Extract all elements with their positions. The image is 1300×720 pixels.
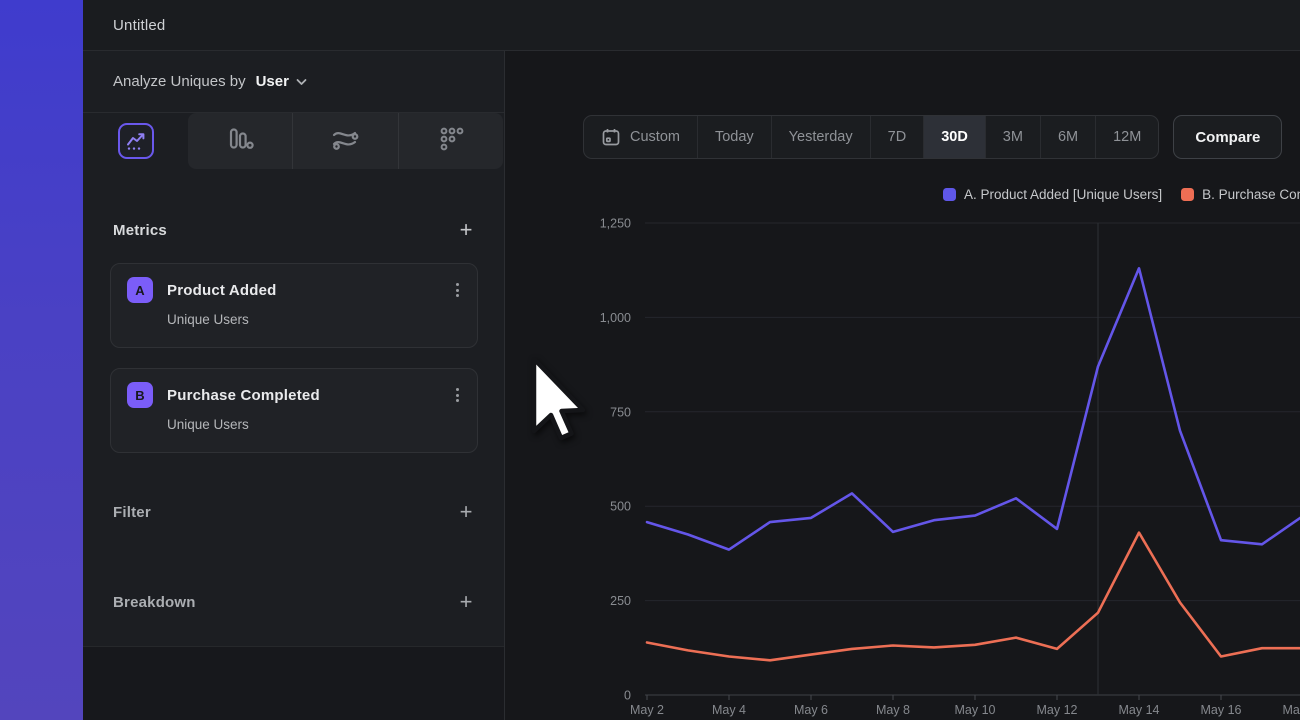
dots-grid-icon bbox=[438, 126, 464, 157]
tab-line-chart[interactable] bbox=[83, 113, 188, 169]
bar-chart-icon bbox=[227, 126, 254, 157]
svg-text:May 16: May 16 bbox=[1201, 703, 1242, 717]
app-header: Untitled bbox=[83, 0, 1300, 51]
tab-bar-chart[interactable] bbox=[188, 113, 292, 169]
add-filter-button[interactable]: + bbox=[454, 501, 478, 523]
sidebar-footer bbox=[83, 646, 504, 720]
metrics-title: Metrics bbox=[113, 222, 167, 239]
chart-panel: Custom Today Yesterday 7D 30D 3M 6M 12M … bbox=[505, 51, 1300, 720]
svg-text:May 4: May 4 bbox=[712, 703, 746, 717]
svg-text:1,000: 1,000 bbox=[600, 311, 631, 325]
chart-type-tab-group bbox=[188, 113, 503, 169]
chevron-down-icon bbox=[296, 78, 307, 86]
metric-card-product-added[interactable]: A Product Added Unique Users bbox=[110, 263, 478, 348]
analytics-app-window: Untitled Analyze Uniques by User bbox=[83, 0, 1300, 720]
metric-measure[interactable]: Unique Users bbox=[167, 417, 461, 432]
svg-text:1,250: 1,250 bbox=[600, 217, 631, 231]
line-chart-plot[interactable]: 0 250 500 750 1,000 1,250 May 2 May 4 May 6 May 8… bbox=[505, 51, 1300, 720]
breakdown-title: Breakdown bbox=[113, 594, 196, 611]
line-chart-icon bbox=[118, 123, 154, 159]
document-title[interactable]: Untitled bbox=[113, 17, 165, 34]
filter-section-header: Filter + bbox=[113, 497, 478, 527]
chart-type-tabs bbox=[83, 113, 504, 169]
flow-chart-icon bbox=[331, 127, 359, 156]
add-metric-button[interactable]: + bbox=[454, 219, 478, 241]
metric-name: Product Added bbox=[167, 282, 277, 299]
svg-text:May 2: May 2 bbox=[630, 703, 664, 717]
metric-card-purchase-completed[interactable]: B Purchase Completed Unique Users bbox=[110, 368, 478, 453]
analyze-uniques-label: Analyze Uniques by bbox=[113, 73, 246, 90]
kebab-menu-icon[interactable] bbox=[454, 281, 461, 299]
metric-badge-a: A bbox=[127, 277, 153, 303]
analyze-by-user-dropdown[interactable]: User bbox=[256, 73, 289, 90]
svg-text:250: 250 bbox=[610, 594, 631, 608]
kebab-menu-icon[interactable] bbox=[454, 386, 461, 404]
metric-badge-b: B bbox=[127, 382, 153, 408]
breakdown-section-header: Breakdown + bbox=[113, 587, 478, 617]
tab-dots-grid[interactable] bbox=[398, 113, 503, 169]
svg-text:May 6: May 6 bbox=[794, 703, 828, 717]
screenshot-root: Untitled Analyze Uniques by User bbox=[0, 0, 1300, 720]
svg-text:750: 750 bbox=[610, 405, 631, 419]
svg-text:500: 500 bbox=[610, 500, 631, 514]
svg-text:May 8: May 8 bbox=[876, 703, 910, 717]
svg-text:May 12: May 12 bbox=[1037, 703, 1078, 717]
desktop-background-strip bbox=[0, 0, 83, 720]
filter-title: Filter bbox=[113, 504, 151, 521]
tab-flow-chart[interactable] bbox=[292, 113, 397, 169]
metrics-section-header: Metrics + bbox=[113, 215, 478, 245]
mouse-cursor bbox=[531, 357, 585, 446]
svg-text:May 14: May 14 bbox=[1119, 703, 1160, 717]
svg-text:May 10: May 10 bbox=[955, 703, 996, 717]
add-breakdown-button[interactable]: + bbox=[454, 591, 478, 613]
svg-text:0: 0 bbox=[624, 689, 631, 703]
analyze-uniques-row: Analyze Uniques by User bbox=[83, 51, 504, 113]
metric-name: Purchase Completed bbox=[167, 387, 320, 404]
query-sidebar: Analyze Uniques by User bbox=[83, 51, 505, 720]
svg-text:May 18: May 18 bbox=[1283, 703, 1300, 717]
metric-measure[interactable]: Unique Users bbox=[167, 312, 461, 327]
